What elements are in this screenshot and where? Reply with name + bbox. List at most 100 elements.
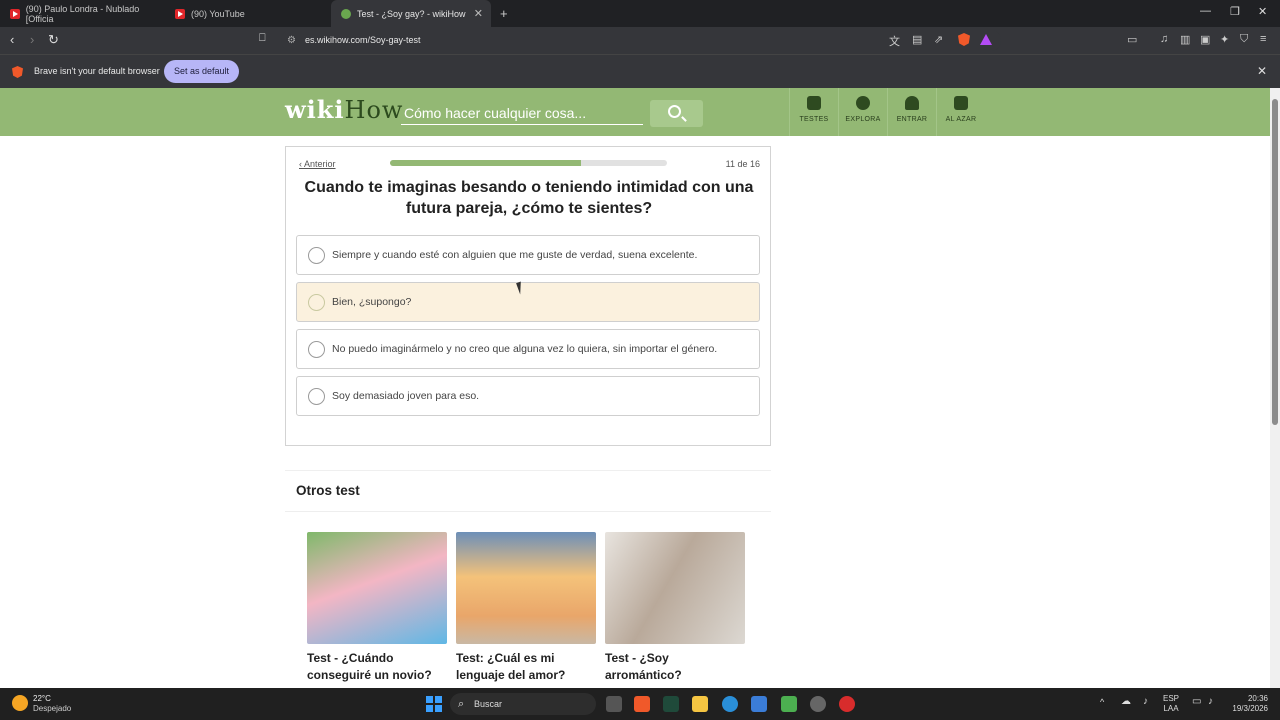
wallet-panel-icon[interactable]: ▣	[1200, 33, 1210, 46]
lang-top: ESP	[1163, 694, 1180, 703]
close-infobar-icon[interactable]: ✕	[1257, 64, 1267, 78]
divider	[285, 511, 771, 512]
reader-mode-icon[interactable]: ▤	[912, 33, 922, 46]
close-window-button[interactable]: ✕	[1258, 5, 1267, 18]
brave-rewards-icon[interactable]	[980, 34, 992, 45]
start-button[interactable]	[426, 696, 442, 712]
store-app-icon[interactable]	[751, 696, 767, 712]
wallet-icon[interactable]: ▭	[1127, 33, 1137, 46]
test-title[interactable]: Test - ¿Cuándo conseguiré un novio?	[307, 650, 447, 684]
logo-how: How	[344, 96, 404, 124]
brave-app-icon[interactable]	[634, 696, 650, 712]
tab-wikihow-active[interactable]: Test - ¿Soy gay? - wikiHow ✕	[331, 0, 491, 27]
tab-title: Test - ¿Soy gay? - wikiHow	[357, 8, 466, 19]
nav-al-azar[interactable]: AL AZAR	[936, 88, 985, 136]
nav-label: ENTRAR	[896, 116, 928, 123]
steam-app-icon[interactable]	[810, 696, 826, 712]
test-thumbnail-image[interactable]	[456, 532, 596, 644]
logo-wiki: wiki	[285, 95, 345, 124]
tab-strip: (90) Paulo Londra - Nublado [Officia (90…	[0, 0, 1280, 27]
taskbar-search[interactable]: Buscar	[450, 693, 596, 715]
url-text: es.wikihow.com/Soy-gay-test	[305, 35, 421, 45]
wikihow-header: wikiHow Cómo hacer cualquier cosa... TES…	[0, 88, 1270, 136]
answer-option[interactable]: Siempre y cuando esté con alguien que me…	[296, 235, 760, 275]
test-thumbnail-image[interactable]	[307, 532, 447, 644]
radio-button[interactable]	[308, 388, 325, 405]
language-indicator[interactable]: ESP LAA	[1163, 694, 1179, 714]
section-title: Otros test	[296, 483, 360, 498]
wikihow-logo[interactable]: wikiHow	[285, 95, 403, 124]
cloud-icon[interactable]: ☁	[1121, 697, 1131, 707]
network-icon[interactable]: ▭	[1192, 697, 1201, 707]
test-title[interactable]: Test - ¿Soy arromántico?	[605, 650, 745, 684]
show-hidden-icons[interactable]: ^	[1100, 697, 1104, 707]
other-tests-section: Otros test Test - ¿Cuándo conseguiré un …	[285, 470, 771, 690]
volume-icon[interactable]: ♪	[1208, 697, 1213, 707]
search-input[interactable]: Cómo hacer cualquier cosa...	[401, 101, 643, 125]
search-button[interactable]	[650, 100, 703, 127]
new-tab-button[interactable]: +	[500, 6, 508, 21]
set-as-default-button[interactable]: Set as default	[164, 60, 240, 83]
minimize-button[interactable]: —	[1200, 5, 1211, 17]
vpn-icon[interactable]: ⛉	[1240, 33, 1248, 46]
youtube-icon	[10, 8, 20, 19]
other-test-card[interactable]: Test - ¿Cuándo conseguiré un novio?	[307, 532, 447, 684]
radio-button[interactable]	[308, 341, 325, 358]
nav-entrar[interactable]: ENTRAR	[887, 88, 936, 136]
previous-link[interactable]: ‹ Anterior	[299, 159, 336, 169]
compass-icon	[856, 96, 870, 110]
scrollbar-thumb[interactable]	[1272, 99, 1278, 425]
date: 19/3/2026	[1232, 704, 1268, 713]
translate-icon[interactable]: 文	[889, 33, 900, 49]
weather-moon-icon[interactable]	[12, 695, 28, 711]
question-counter: 11 de 16	[725, 159, 760, 169]
dice-icon	[954, 96, 968, 110]
option-label: Siempre y cuando esté con alguien que me…	[332, 249, 698, 261]
default-browser-infobar: Brave isn't your default browser Set as …	[0, 54, 1280, 88]
site-info-icon[interactable]: ⚙	[287, 30, 296, 51]
bookmark-icon[interactable]: ⎕	[259, 32, 266, 45]
clock[interactable]: 20:36 19/3/2026	[1228, 694, 1268, 714]
close-tab-icon[interactable]: ✕	[474, 7, 483, 20]
youtube-app-icon[interactable]	[839, 696, 855, 712]
answer-option[interactable]: No puedo imaginármelo y no creo que algu…	[296, 329, 760, 369]
tab-youtube-song[interactable]: (90) Paulo Londra - Nublado [Officia	[0, 0, 165, 27]
answer-option[interactable]: Soy demasiado joven para eso.	[296, 376, 760, 416]
nav-explora[interactable]: EXPLORA	[838, 88, 887, 136]
minecraft-app-icon[interactable]	[781, 696, 797, 712]
terminal-app-icon[interactable]	[663, 696, 679, 712]
radio-button[interactable]	[308, 247, 325, 264]
taskbar: 22°C Despejado Buscar ^ ☁ ♪ ESPLAA ▭ ♪ 2…	[0, 688, 1280, 720]
leo-ai-icon[interactable]: ✦	[1220, 33, 1229, 46]
other-test-card[interactable]: Test - ¿Soy arromántico?	[605, 532, 745, 684]
microphone-icon[interactable]: ♪	[1143, 697, 1148, 707]
answer-option[interactable]: Bien, ¿supongo?	[296, 282, 760, 322]
test-title[interactable]: Test: ¿Cuál es mi lenguaje del amor?	[456, 650, 596, 684]
test-thumbnail-image[interactable]	[605, 532, 745, 644]
option-label: No puedo imaginármelo y no creo que algu…	[332, 343, 718, 355]
maximize-button[interactable]: ❐	[1230, 5, 1240, 18]
nav-testes[interactable]: TESTES	[789, 88, 838, 136]
weather-temperature[interactable]: 22°C	[33, 694, 51, 703]
tab-title: (90) YouTube	[191, 8, 245, 19]
forward-button[interactable]: ›	[30, 32, 34, 47]
media-icon[interactable]: ♫	[1160, 33, 1168, 45]
task-view-icon[interactable]	[606, 696, 622, 712]
nav-label: EXPLORA	[845, 116, 881, 123]
lang-bottom: LAA	[1163, 704, 1179, 713]
edge-app-icon[interactable]	[722, 696, 738, 712]
sidebar-icon[interactable]: ▥	[1180, 33, 1190, 46]
back-button[interactable]: ‹	[10, 32, 14, 47]
tab-youtube[interactable]: (90) YouTube	[165, 0, 330, 27]
youtube-icon	[175, 8, 185, 19]
share-icon[interactable]: ⇗	[934, 33, 943, 46]
file-explorer-icon[interactable]	[692, 696, 708, 712]
radio-button[interactable]	[308, 294, 325, 311]
tab-title: (90) Paulo Londra - Nublado [Officia	[25, 3, 140, 24]
infobar-message: Brave isn't your default browser	[34, 66, 160, 76]
question-text: Cuando te imaginas besando o teniendo in…	[304, 179, 754, 217]
other-test-card[interactable]: Test: ¿Cuál es mi lenguaje del amor?	[456, 532, 596, 684]
reload-button[interactable]: ↻	[48, 32, 59, 48]
menu-icon[interactable]: ≡	[1260, 33, 1266, 45]
weather-description[interactable]: Despejado	[33, 704, 71, 713]
